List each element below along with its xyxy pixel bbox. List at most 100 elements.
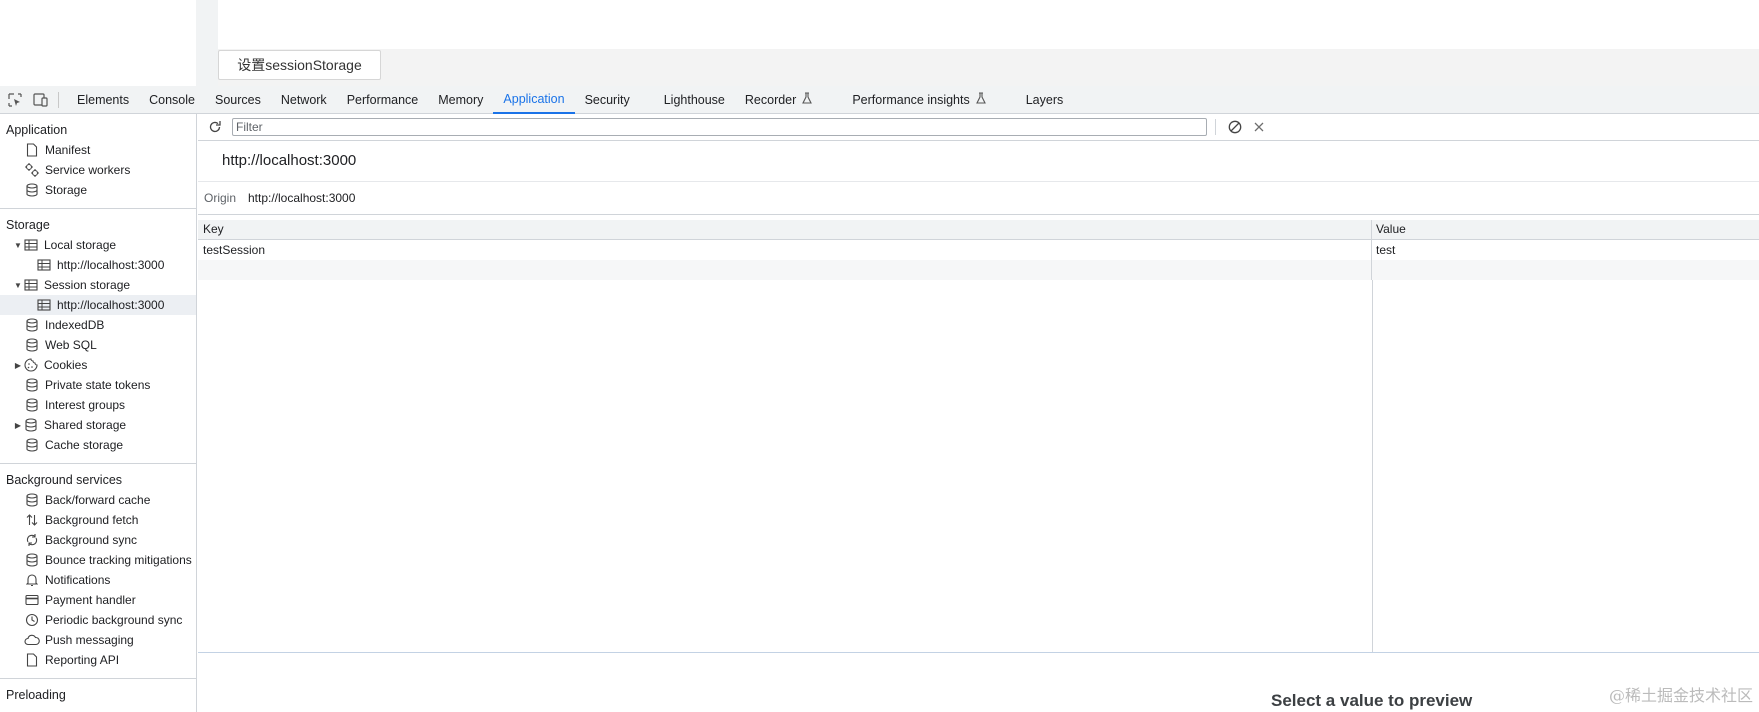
sidebar-item-label: Background sync [45,533,138,547]
sidebar-item-label: Back/forward cache [45,493,151,507]
origin-title: http://localhost:3000 [198,141,1759,182]
database-icon [24,317,40,333]
value-preview-pane: Select a value to preview [198,653,1759,712]
sidebar-item-interest-groups[interactable]: Interest groups [0,395,196,415]
tab-security[interactable]: Security [575,86,654,114]
tab-performance[interactable]: Performance [337,86,429,114]
database-icon [24,552,40,568]
database-icon [24,437,40,453]
database-icon [24,492,40,508]
tab-label: Console [149,92,195,107]
storage-filter-bar [198,114,1759,141]
tab-performance-insights[interactable]: Performance insights [842,86,1015,114]
cloud-icon [24,632,40,648]
sidebar-item-notifications[interactable]: Notifications [0,570,196,590]
column-header-value[interactable]: Value [1372,220,1759,239]
database-icon [24,182,40,198]
sidebar-item-label: Notifications [45,573,111,587]
toolbar-separator [1215,119,1216,135]
sidebar-item-label: Payment handler [45,593,136,607]
sidebar-item-label: Reporting API [45,653,120,667]
section-title-storage: Storage [6,218,50,232]
sidebar-item-label: Push messaging [45,633,134,647]
collapse-arrow-icon[interactable]: ▶ [13,361,23,370]
grid-header: Key Value [198,220,1759,240]
table-row[interactable]: testSession test [198,240,1759,260]
sidebar-item-push-messaging[interactable]: Push messaging [0,630,196,650]
sidebar-item-payment-handler[interactable]: Payment handler [0,590,196,610]
column-header-key[interactable]: Key [198,220,1372,239]
inspect-element-icon[interactable] [4,89,26,111]
cell-value[interactable]: test [1372,240,1759,260]
sidebar-item-session-storage[interactable]: ▼ Session storage [0,275,196,295]
tab-lighthouse[interactable]: Lighthouse [654,86,735,114]
tab-label: Memory [438,92,484,107]
sidebar-item-label: Storage [45,183,88,197]
tab-sources[interactable]: Sources [205,86,271,114]
tab-label: Security [584,92,630,107]
sidebar-item-manifest[interactable]: Manifest [0,140,196,160]
database-icon [24,377,40,393]
filter-input[interactable] [232,118,1207,136]
sidebar-item-service-workers[interactable]: Service workers [0,160,196,180]
clear-all-icon[interactable] [1224,116,1246,138]
sidebar-item-reporting-api[interactable]: Reporting API [0,650,196,670]
sidebar-item-local-origin[interactable]: http://localhost:3000 [0,255,196,275]
sidebar-item-local-storage[interactable]: ▼ Local storage [0,235,196,255]
expand-arrow-icon[interactable]: ▼ [13,241,23,250]
clock-icon [24,612,40,628]
sidebar-item-session-origin[interactable]: http://localhost:3000 [0,295,196,315]
sidebar-item-label: IndexedDB [45,318,105,332]
tab-elements[interactable]: Elements [67,86,139,114]
section-title-background-services: Background services [6,473,123,487]
collapse-arrow-icon[interactable]: ▶ [13,421,23,430]
gears-icon [24,162,40,178]
device-toolbar-icon[interactable] [30,89,52,111]
watermark: @稀土掘金技术社区 [1608,686,1753,705]
tab-label: Elements [77,92,130,107]
cell-key[interactable]: testSession [198,240,1372,260]
table-row-empty[interactable] [198,260,1759,280]
bell-icon [24,572,40,588]
tab-layers[interactable]: Layers [1016,86,1074,114]
sidebar-item-label: Background fetch [45,513,139,527]
sidebar-item-indexeddb[interactable]: IndexedDB [0,315,196,335]
sidebar-item-label: Bounce tracking mitigations [45,553,192,567]
cell-key-empty[interactable] [198,260,1372,280]
tab-label: Layers [1025,92,1064,107]
database-icon [23,417,39,433]
tab-label: Sources [214,92,261,107]
sidebar-item-back-forward-cache[interactable]: Back/forward cache [0,490,196,510]
toolbar-separator [58,91,59,108]
tab-label: Recorder [744,92,797,107]
cell-value-empty[interactable] [1372,260,1759,280]
tab-network[interactable]: Network [271,86,337,114]
expand-arrow-icon[interactable]: ▼ [13,281,23,290]
sidebar-item-shared-storage[interactable]: ▶ Shared storage [0,415,196,435]
sidebar-item-private-state-tokens[interactable]: Private state tokens [0,375,196,395]
sidebar-item-cache-storage[interactable]: Cache storage [0,435,196,455]
application-sidebar: Application Manifest Service workers Sto… [0,114,197,712]
set-session-storage-button[interactable]: 设置sessionStorage [218,50,381,80]
storage-data-grid: Key Value testSession test [198,220,1759,653]
tab-memory[interactable]: Memory [428,86,493,114]
tab-label: Network [280,92,327,107]
page-left-area [0,0,196,86]
sidebar-item-cookies[interactable]: ▶ Cookies [0,355,196,375]
sidebar-item-periodic-background-sync[interactable]: Periodic background sync [0,610,196,630]
sidebar-item-background-sync[interactable]: Background sync [0,530,196,550]
sidebar-item-background-fetch[interactable]: Background fetch [0,510,196,530]
tab-console[interactable]: Console [139,86,205,114]
sidebar-item-label: Local storage [44,238,117,252]
tab-label: Performance [346,92,419,107]
sidebar-item-web-sql[interactable]: Web SQL [0,335,196,355]
tab-label: Lighthouse [663,92,725,107]
sidebar-item-storage[interactable]: Storage [0,180,196,200]
refresh-icon[interactable] [204,116,226,138]
tab-recorder[interactable]: Recorder [735,86,842,114]
delete-selected-icon[interactable] [1248,116,1270,138]
tab-application[interactable]: Application [493,86,575,114]
sidebar-item-bounce-tracking[interactable]: Bounce tracking mitigations [0,550,196,570]
sidebar-item-label: Service workers [45,163,131,177]
table-icon [36,257,52,273]
